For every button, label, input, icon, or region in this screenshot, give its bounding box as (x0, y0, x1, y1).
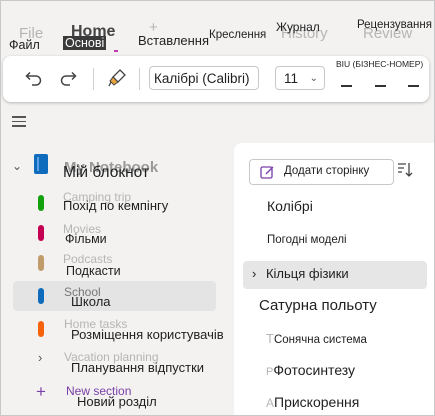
ribbon-toolbar: Калібрі (Calibri) 11 ⌄ BIU (БІЗНЕС-НОМЕР… (3, 56, 429, 102)
section-color-tab (38, 195, 44, 211)
add-page-icon (260, 166, 274, 179)
navigation-toggle-icon[interactable] (12, 116, 26, 130)
notebook-title[interactable]: Мій блокнот (63, 164, 149, 182)
page-item[interactable]: AПрискорення (266, 394, 359, 410)
new-section-label: Новий розділ (77, 394, 157, 409)
section-school[interactable]: School Школа (1, 282, 231, 310)
section-color-tab (38, 288, 44, 304)
sort-icon[interactable] (397, 161, 413, 179)
chevron-down-icon: ⌄ (309, 73, 318, 84)
page-label: Прискорення (274, 394, 360, 410)
section-label: Похід по кемпінгу (63, 198, 169, 213)
page-ghost-label: P (266, 366, 274, 378)
format-painter-icon[interactable] (105, 66, 129, 90)
page-item[interactable]: Колібрі (267, 198, 313, 214)
page-label: Колібрі (267, 198, 313, 214)
italic-button[interactable] (375, 85, 386, 87)
section-color-tab (38, 255, 44, 271)
tab-history[interactable]: Журнал (276, 20, 320, 34)
section-label: Розміщення користувачів (71, 327, 224, 342)
home-tab-indicator (114, 50, 118, 52)
page-label: Фотосинтезу (273, 362, 356, 378)
tab-review[interactable]: Рецензування (357, 19, 432, 31)
page-item[interactable]: PФотосинтезу (266, 362, 355, 378)
page-item-selected[interactable]: › Кільця фізики (252, 266, 349, 281)
section-home-tasks[interactable]: Home tasks Розміщення користувачів (1, 313, 231, 342)
section-podcasts[interactable]: Podcasts Подкасти (1, 247, 231, 278)
toolbar-divider (93, 68, 94, 90)
page-label: Сонячна система (273, 334, 367, 346)
page-item[interactable]: Сатурна польоту (259, 297, 377, 314)
tab-file[interactable]: Файл (9, 38, 40, 52)
font-size-value: 11 (284, 71, 299, 86)
section-color-tab (38, 321, 44, 337)
section-label: Подкасти (66, 264, 121, 278)
page-ghost-label: A (266, 396, 275, 410)
section-color-tab (38, 225, 44, 241)
chevron-right-icon: › (252, 266, 257, 281)
redo-icon[interactable] (57, 66, 81, 90)
add-page-button[interactable]: Додати сторінку (249, 159, 394, 185)
section-label: Школа (71, 294, 111, 309)
tab-draw[interactable]: Креслення (209, 29, 266, 41)
font-name-select[interactable]: Калібрі (Calibri) (149, 66, 259, 90)
add-page-label: Додати сторінку (284, 165, 370, 177)
section-vacation-planning[interactable]: › Vacation planning Планування відпустки (1, 345, 231, 375)
page-label: Кільця фізики (265, 266, 349, 281)
plus-icon: + (36, 382, 46, 401)
chevron-down-icon[interactable]: ⌄ (12, 159, 22, 173)
format-group-label: BIU (БІЗНЕС-НОМЕР) (336, 59, 424, 69)
page-item[interactable]: Погодні моделі (267, 234, 347, 246)
font-size-select[interactable]: 11 ⌄ (275, 66, 325, 90)
underline-button[interactable] (408, 85, 419, 87)
notebook-icon (34, 154, 48, 174)
section-label: Фільми (65, 232, 107, 246)
new-section-button[interactable]: + New section Новий розділ (1, 377, 231, 409)
page-label: Погодні моделі (267, 234, 347, 246)
chevron-right-icon: › (38, 350, 43, 365)
undo-icon[interactable] (21, 66, 45, 90)
section-camping-trip[interactable]: Camping trip Похід по кемпінгу (1, 187, 231, 215)
page-item[interactable]: TСонячна система (266, 331, 367, 346)
bold-button[interactable] (341, 85, 352, 87)
page-label: Сатурна польоту (259, 297, 377, 314)
onenote-window: File Home History Review + Файл Основі В… (0, 0, 435, 416)
section-movies[interactable]: Movies Фільми (1, 217, 231, 246)
page-ghost-label: T (266, 331, 274, 346)
tab-home[interactable]: Основі (63, 36, 107, 50)
toolbar-divider (139, 68, 140, 90)
section-label: Планування відпустки (71, 360, 205, 375)
tab-insert[interactable]: Вставлення (138, 33, 209, 48)
